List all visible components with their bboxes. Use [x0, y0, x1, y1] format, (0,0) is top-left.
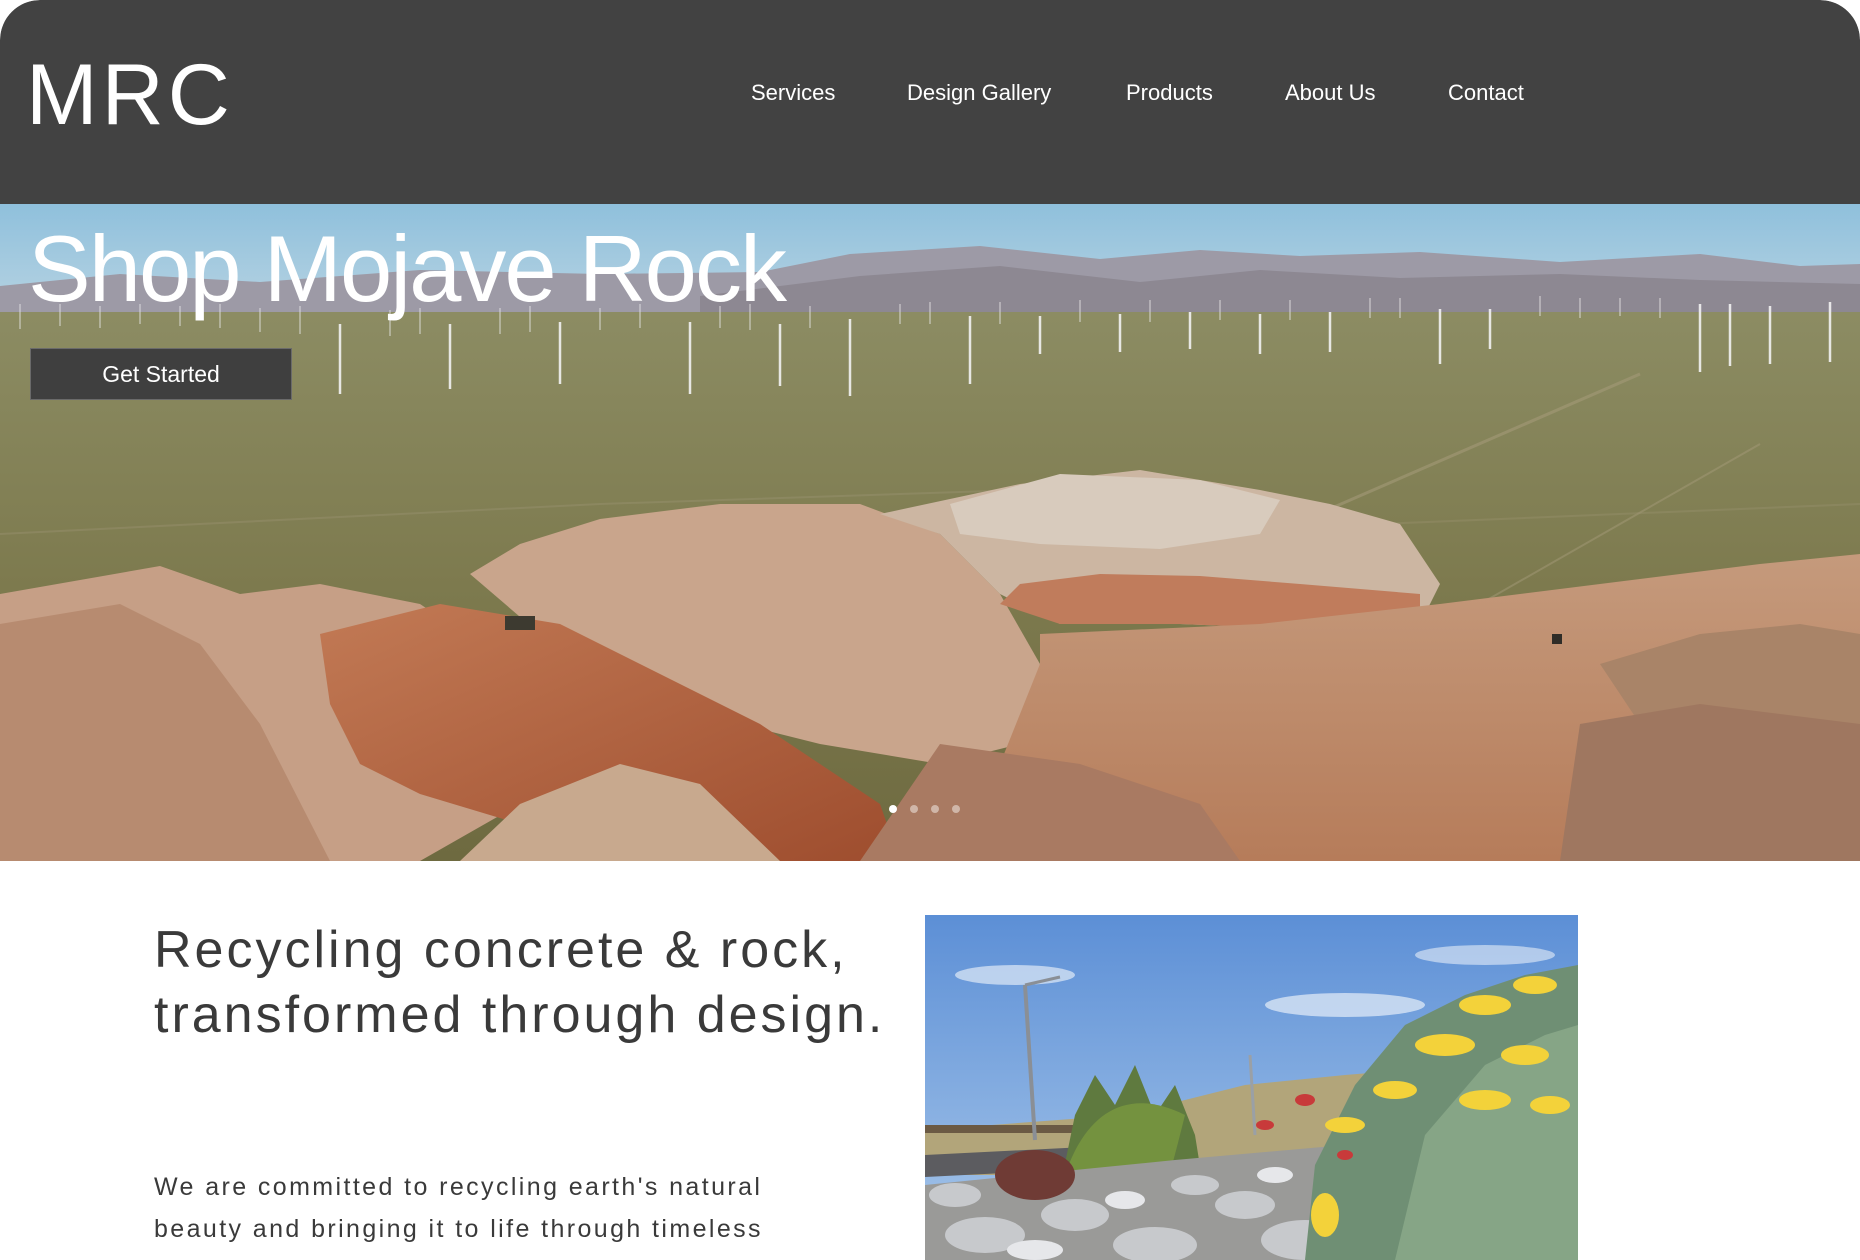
- get-started-button[interactable]: Get Started: [30, 348, 292, 400]
- nav-item-about-us[interactable]: About Us: [1285, 80, 1376, 106]
- nav-item-design-gallery[interactable]: Design Gallery: [907, 80, 1051, 106]
- intro-heading: Recycling concrete & rock, transformed t…: [154, 921, 886, 1044]
- intro-body: We are committed to recycling earth's na…: [154, 1173, 763, 1260]
- hero-slideshow: Shop Mojave Rock Get Started: [0, 204, 1860, 861]
- site-header: MRC Services Design Gallery Products Abo…: [0, 0, 1860, 204]
- slide-dot-2[interactable]: [910, 805, 918, 813]
- page: MRC Services Design Gallery Products Abo…: [0, 0, 1860, 1260]
- hero-title: Shop Mojave Rock: [28, 216, 787, 321]
- nav-item-products[interactable]: Products: [1126, 80, 1213, 106]
- nav-item-services[interactable]: Services: [751, 80, 835, 106]
- slide-dot-3[interactable]: [931, 805, 939, 813]
- nav-item-contact[interactable]: Contact: [1448, 80, 1524, 106]
- slide-dot-1[interactable]: [889, 805, 897, 813]
- site-logo[interactable]: MRC: [26, 52, 234, 138]
- landscape-garden-photo: [925, 915, 1578, 1260]
- slide-dot-4[interactable]: [952, 805, 960, 813]
